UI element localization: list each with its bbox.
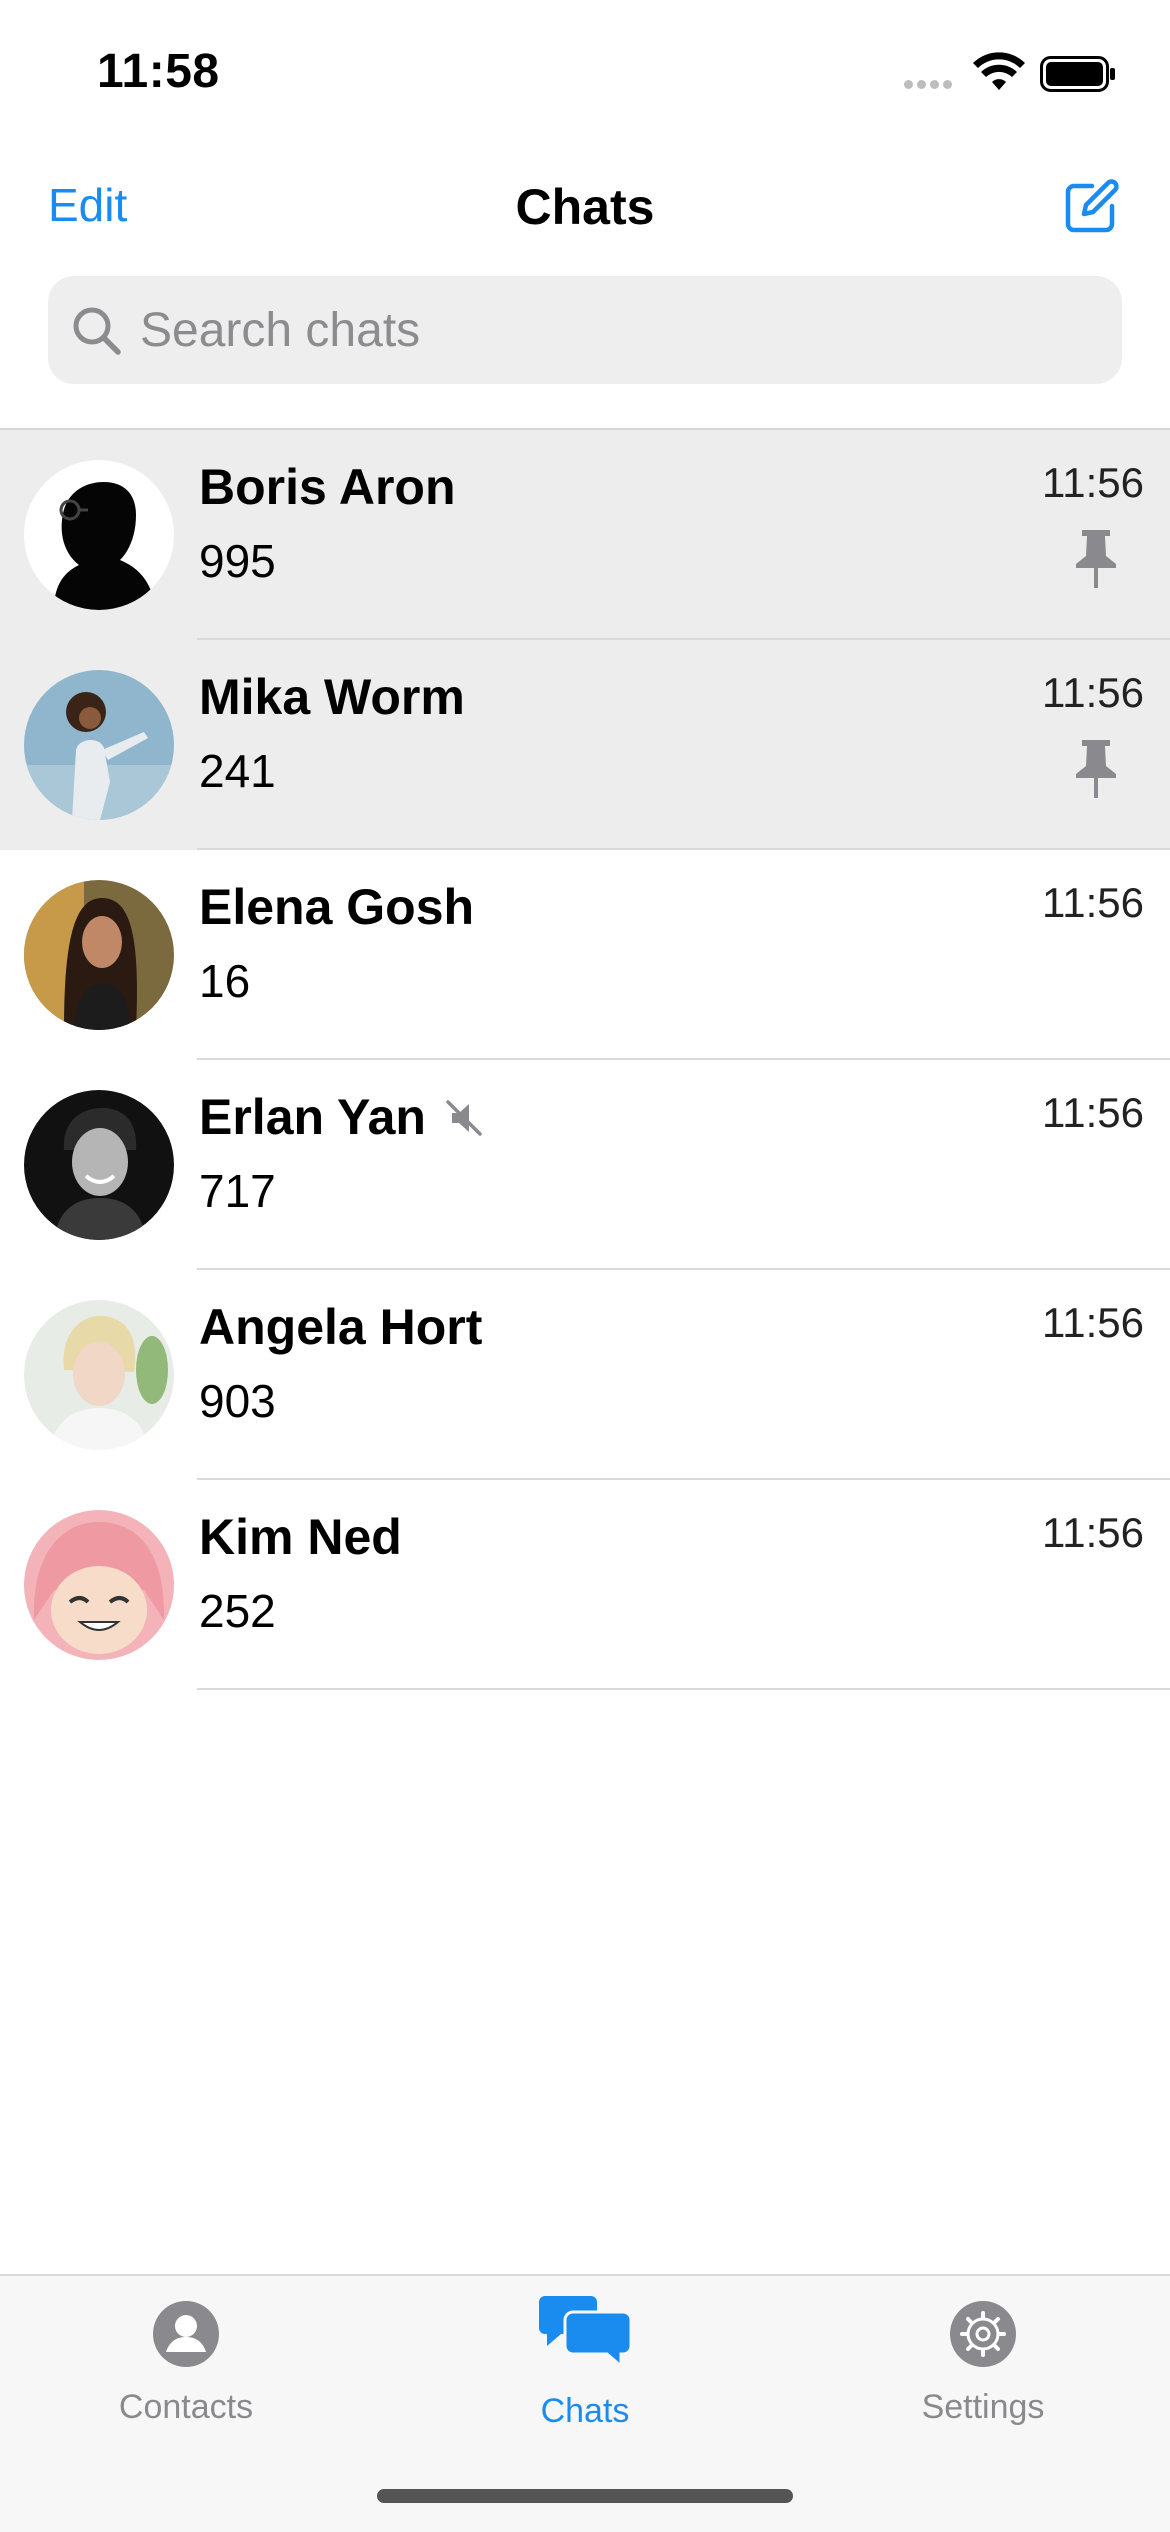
search-input[interactable]	[140, 276, 1080, 384]
divider	[197, 1688, 1170, 1690]
compose-icon[interactable]	[1062, 178, 1120, 236]
chat-time: 11:56	[1042, 669, 1144, 716]
chats-screen: 11:58 Edit Chats Search chats Boris Aron…	[0, 0, 1170, 2532]
gear-icon	[950, 2301, 1016, 2367]
chat-list: Boris Aron 995 11:56 Mika Worm 241 11:56…	[0, 430, 1170, 1690]
avatar	[24, 1300, 174, 1450]
chat-preview: 717	[199, 1165, 276, 1217]
chat-preview: 903	[199, 1375, 276, 1427]
tab-label: Contacts	[118, 2388, 254, 2426]
chat-preview: 995	[199, 535, 276, 587]
chat-preview: 16	[199, 955, 251, 1007]
chat-row[interactable]: Erlan Yan 717 11:56	[0, 1060, 1170, 1270]
cellular-signal-icon	[904, 80, 952, 89]
chat-row[interactable]: Kim Ned 252 11:56	[0, 1480, 1170, 1690]
tab-label: Chats	[540, 2392, 630, 2430]
chat-row[interactable]: Angela Hort 903 11:56	[0, 1270, 1170, 1480]
tab-contacts[interactable]: Contacts	[36, 2276, 336, 2476]
page-title: Chats	[515, 179, 655, 235]
chat-row[interactable]: Mika Worm 241 11:56	[0, 640, 1170, 850]
tab-chats[interactable]: Chats	[435, 2276, 735, 2476]
avatar	[24, 880, 174, 1030]
home-indicator[interactable]	[377, 2489, 793, 2503]
chat-bubbles-icon	[539, 2296, 631, 2368]
chat-name: Erlan Yan	[199, 1089, 426, 1145]
status-time: 11:58	[97, 45, 220, 98]
avatar	[24, 1090, 174, 1240]
avatar	[24, 460, 174, 610]
tab-label: Settings	[921, 2388, 1045, 2426]
pin-icon	[1076, 530, 1116, 588]
chat-name: Angela Hort	[199, 1299, 483, 1355]
chat-name: Mika Worm	[199, 669, 465, 725]
search-icon	[73, 307, 121, 355]
chat-time: 11:56	[1042, 879, 1144, 926]
status-bar: 11:58	[0, 0, 1170, 150]
muted-speaker-icon	[446, 1100, 482, 1136]
wifi-icon	[973, 52, 1025, 90]
chat-time: 11:56	[1042, 1509, 1144, 1556]
chat-name: Elena Gosh	[199, 879, 475, 935]
chat-time: 11:56	[1042, 1089, 1144, 1136]
pin-icon	[1076, 740, 1116, 798]
battery-icon	[1040, 56, 1115, 92]
tab-settings[interactable]: Settings	[833, 2276, 1133, 2476]
chat-preview: 252	[199, 1585, 276, 1637]
chat-preview: 241	[199, 745, 276, 797]
person-circle-icon	[153, 2301, 219, 2367]
chat-name: Boris Aron	[199, 459, 456, 515]
avatar	[24, 1510, 174, 1660]
chat-name: Kim Ned	[199, 1509, 402, 1565]
search-bar[interactable]	[48, 276, 1122, 384]
chat-time: 11:56	[1042, 459, 1144, 506]
chat-row[interactable]: Boris Aron 995 11:56	[0, 430, 1170, 640]
chat-time: 11:56	[1042, 1299, 1144, 1346]
chat-row[interactable]: Elena Gosh 16 11:56	[0, 850, 1170, 1060]
avatar	[24, 670, 174, 820]
